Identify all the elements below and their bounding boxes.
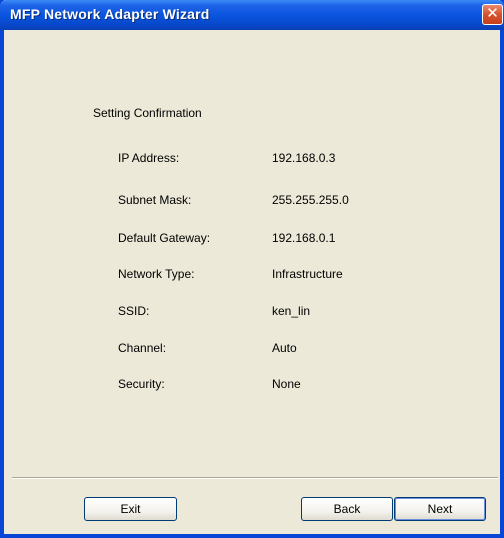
window-title: MFP Network Adapter Wizard: [10, 6, 210, 22]
setting-row-network-type: Network Type: Infrastructure: [4, 267, 500, 283]
setting-label: Security:: [118, 377, 165, 391]
section-title: Setting Confirmation: [93, 106, 202, 120]
setting-value: ken_lin: [272, 304, 311, 318]
back-button[interactable]: Back: [301, 497, 393, 521]
close-icon: ✕: [486, 5, 499, 22]
setting-label: SSID:: [118, 304, 150, 318]
setting-value: None: [272, 377, 301, 391]
setting-label: Channel:: [118, 341, 167, 355]
setting-label: IP Address:: [118, 151, 180, 165]
wizard-window: MFP Network Adapter Wizard ✕ Setting Con…: [0, 0, 504, 538]
setting-label: Network Type:: [118, 267, 195, 281]
setting-value: Auto: [272, 341, 297, 355]
footer-divider: [12, 477, 498, 479]
setting-value: 192.168.0.3: [272, 151, 336, 165]
setting-row-subnet-mask: Subnet Mask: 255.255.255.0: [4, 193, 500, 209]
next-button[interactable]: Next: [394, 497, 486, 521]
title-bar[interactable]: MFP Network Adapter Wizard ✕: [0, 0, 504, 30]
setting-row-default-gateway: Default Gateway: 192.168.0.1: [4, 231, 500, 247]
setting-row-ip-address: IP Address: 192.168.0.3: [4, 151, 500, 167]
setting-row-security: Security: None: [4, 377, 500, 393]
close-button[interactable]: ✕: [482, 4, 503, 25]
wizard-content: Setting Confirmation IP Address: 192.168…: [4, 30, 500, 534]
setting-value: 192.168.0.1: [272, 231, 336, 245]
setting-value: Infrastructure: [272, 267, 343, 281]
setting-row-ssid: SSID: ken_lin: [4, 304, 500, 320]
setting-value: 255.255.255.0: [272, 193, 349, 207]
setting-label: Subnet Mask:: [118, 193, 192, 207]
setting-row-channel: Channel: Auto: [4, 341, 500, 357]
setting-label: Default Gateway:: [118, 231, 211, 245]
exit-button[interactable]: Exit: [84, 497, 177, 521]
